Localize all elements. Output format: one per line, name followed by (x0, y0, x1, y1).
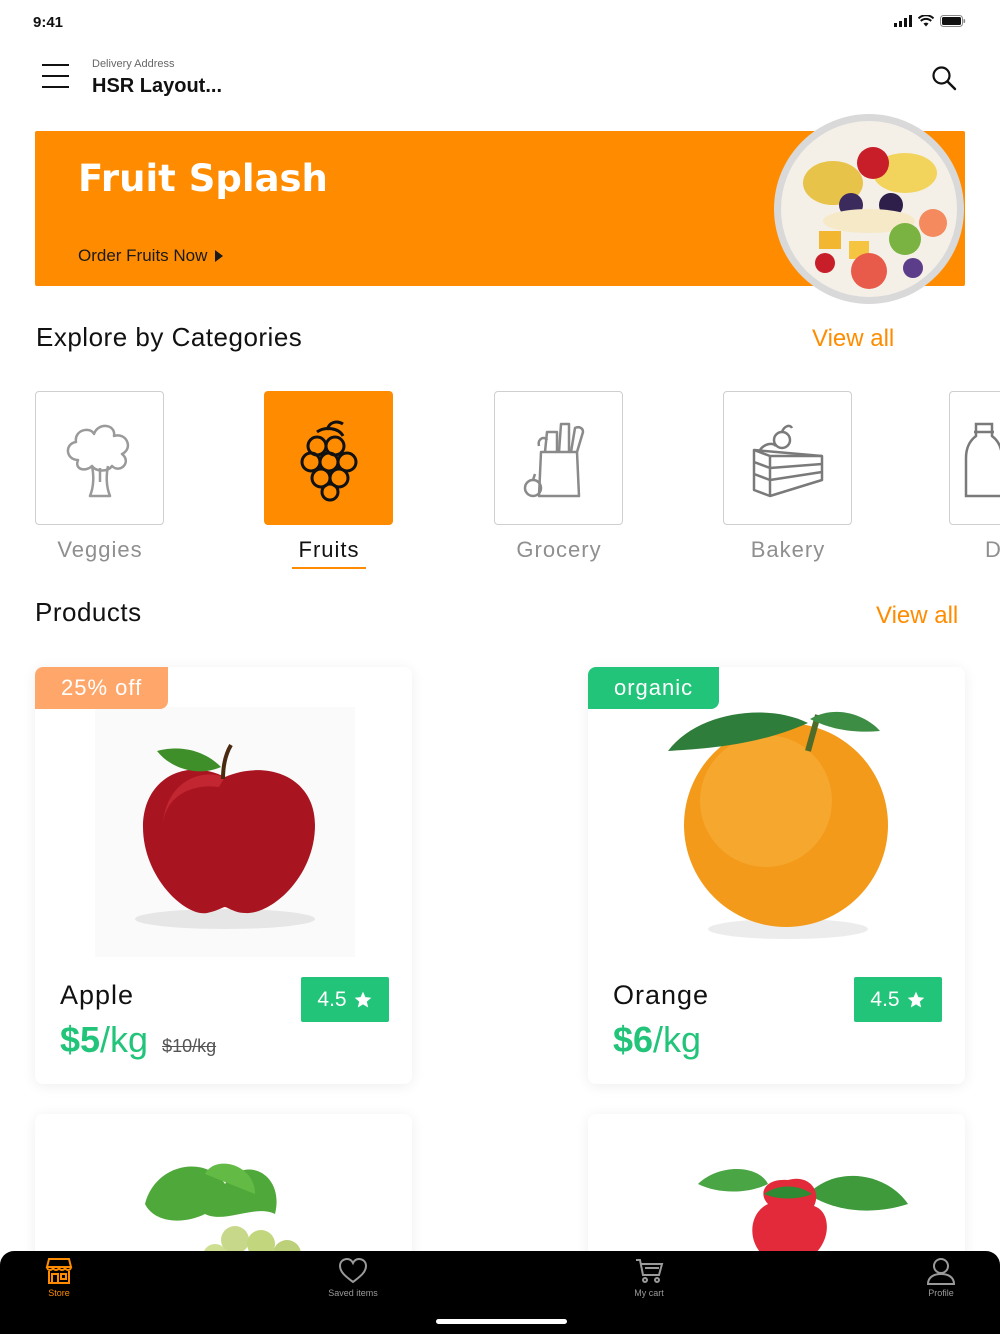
categories-title: Explore by Categories (36, 322, 303, 352)
tab-store[interactable]: Store (14, 1257, 104, 1298)
hamburger-menu-icon[interactable] (40, 64, 72, 92)
tab-label: Saved items (328, 1288, 378, 1298)
product-name: Apple (60, 980, 135, 1010)
old-price: $10/kg (162, 1036, 217, 1056)
category-fruits[interactable]: Fruits (264, 391, 394, 569)
product-card-orange[interactable]: organic Orange $6/kg 4.5 (588, 667, 965, 1084)
category-partial[interactable]: D (949, 391, 1000, 563)
star-icon (354, 991, 371, 1007)
tab-my-cart[interactable]: My cart (604, 1257, 694, 1298)
category-active-underline (292, 567, 366, 569)
strawberry-image (638, 1169, 908, 1264)
rating-value: 4.5 (870, 987, 900, 1011)
tab-profile[interactable]: Profile (896, 1257, 986, 1298)
rating-badge[interactable]: 4.5 (854, 977, 942, 1022)
category-box[interactable] (494, 391, 623, 525)
category-box[interactable] (949, 391, 1000, 525)
play-triangle-icon (215, 250, 224, 262)
delivery-address-value[interactable]: HSR Layout... (92, 75, 222, 98)
price-unit: /kg (653, 1019, 702, 1060)
banner-title: Fruit Splash (78, 157, 328, 200)
fruit-bowl-image (774, 114, 964, 304)
status-icons (894, 15, 966, 27)
delivery-address-label: Delivery Address (92, 58, 175, 70)
category-grocery[interactable]: Grocery (494, 391, 624, 563)
star-icon (907, 991, 924, 1007)
search-icon[interactable] (930, 64, 958, 92)
products-view-all-link[interactable]: View all (876, 602, 958, 630)
grapes-icon (300, 420, 357, 502)
red-apple-image (95, 707, 355, 957)
category-label: Fruits (298, 537, 360, 562)
price-value: $5 (60, 1019, 101, 1060)
wifi-icon (918, 15, 934, 27)
home-indicator (436, 1319, 567, 1324)
tab-label: Store (48, 1288, 70, 1298)
store-icon (45, 1258, 73, 1284)
category-label: Veggies (57, 537, 143, 562)
banner-cta-label: Order Fruits Now (78, 246, 208, 265)
orange-image (668, 711, 888, 939)
rating-badge[interactable]: 4.5 (301, 977, 389, 1022)
status-time: 9:41 (33, 14, 64, 31)
product-price: $6/kg (613, 1019, 701, 1061)
tab-label: Profile (928, 1288, 954, 1298)
heart-icon (338, 1257, 368, 1284)
category-label: Grocery (516, 537, 602, 562)
tab-saved-items[interactable]: Saved items (308, 1257, 398, 1298)
products-title: Products (35, 597, 142, 627)
tab-label: My cart (634, 1288, 664, 1298)
grocery-bag-icon (523, 422, 584, 498)
cart-icon (636, 1259, 664, 1283)
battery-icon (940, 15, 966, 27)
status-bar: 9:41 (0, 0, 1000, 44)
cake-icon (752, 424, 823, 498)
price-value: $6 (613, 1019, 654, 1060)
category-box[interactable] (264, 391, 393, 525)
category-bakery[interactable]: Bakery (723, 391, 853, 563)
rating-value: 4.5 (317, 987, 347, 1011)
signal-icon (894, 15, 912, 27)
category-box[interactable] (723, 391, 852, 525)
category-box[interactable] (35, 391, 164, 525)
product-price: $5/kg $10/kg (60, 1019, 216, 1061)
discount-badge: 25% off (35, 667, 169, 709)
categories-view-all-link[interactable]: View all (812, 325, 894, 353)
organic-badge: organic (588, 667, 720, 709)
product-name: Orange (613, 980, 710, 1010)
broccoli-icon (66, 424, 129, 498)
header: Delivery Address HSR Layout... (0, 52, 1000, 108)
promo-banner[interactable]: Fruit Splash Order Fruits Now (35, 114, 965, 304)
product-card-apple[interactable]: 25% off Apple $5/kg $10/kg 4.5 (35, 667, 412, 1084)
banner-cta-link[interactable]: Order Fruits Now (78, 246, 224, 266)
profile-icon (926, 1258, 956, 1285)
price-unit: /kg (100, 1019, 149, 1060)
milk-bottle-icon (964, 422, 1000, 498)
category-label: Bakery (750, 537, 826, 562)
green-grapes-image (145, 1163, 301, 1264)
category-label: D (985, 537, 1000, 562)
category-veggies[interactable]: Veggies (35, 391, 165, 563)
